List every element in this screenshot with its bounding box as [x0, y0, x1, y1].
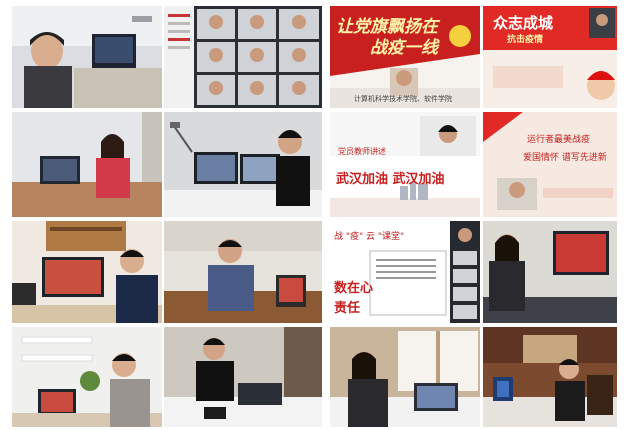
poster-party-flag: 让党旗飘扬在 战疫一线 计算机科学技术学院、软件学院 — [330, 6, 480, 108]
screen-teacher-lecture-slide: 党员教师讲述 武汉加油 武汉加油 — [330, 112, 480, 217]
photo-man-laptop-desk — [164, 327, 322, 427]
photo-man-tablet — [164, 221, 322, 323]
poster-unite-fight: 众志成城 抗击疫情 — [483, 6, 617, 108]
photo-video-conference-grid — [164, 6, 322, 108]
screen-beautiful-fighter-slide: 运行者最美战疫 爱国情怀 谱写先进新 — [483, 112, 617, 217]
screen-online-class-slide: 战 "疫" 云 "课堂" 数在心 责任 — [330, 221, 480, 323]
photo-woman-window-laptop — [330, 327, 480, 427]
photo-woman-monitor — [483, 221, 617, 323]
photo-man-two-monitors — [164, 112, 322, 217]
photo-woman-laptop — [12, 112, 162, 217]
photo-collage: 让党旗飘扬在 战疫一线 计算机科学技术学院、软件学院 众志成城 抗击疫情 党员教… — [0, 0, 626, 430]
photo-man-glasses-monitor — [12, 221, 162, 323]
photo-man-at-monitor — [12, 6, 162, 108]
photo-woman-home-desk — [483, 327, 617, 427]
photo-man-laptop-shelf — [12, 327, 162, 427]
